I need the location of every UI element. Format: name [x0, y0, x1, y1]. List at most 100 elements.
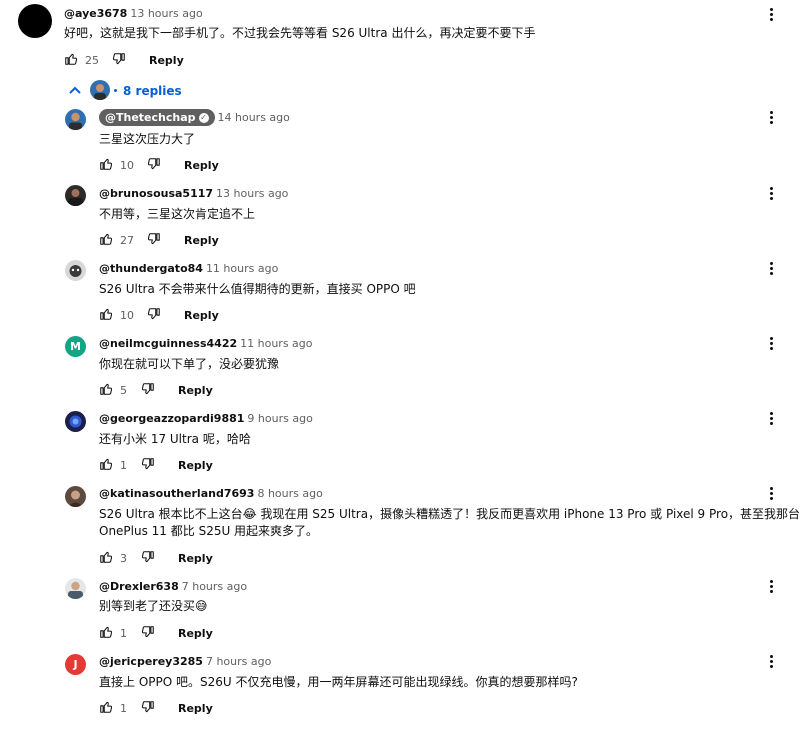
- comment-header: @jericperey3285 7 hours ago: [99, 655, 271, 668]
- reply-comment: @Thetechchap ✓ 14 hours ago 三星这次压力大了 10 Re…: [0, 106, 800, 178]
- more-options-icon[interactable]: [764, 260, 778, 276]
- avatar[interactable]: [65, 185, 86, 206]
- reply-button[interactable]: Reply: [178, 384, 213, 397]
- reply-button[interactable]: Reply: [178, 459, 213, 472]
- avatar[interactable]: [65, 411, 86, 432]
- dislike-icon[interactable]: [141, 700, 155, 714]
- reply-button[interactable]: Reply: [178, 702, 213, 715]
- more-options-icon[interactable]: [764, 578, 778, 594]
- comment-header: @Thetechchap ✓ 14 hours ago: [99, 109, 290, 126]
- avatar[interactable]: J: [65, 654, 86, 675]
- dislike-icon[interactable]: [112, 52, 126, 66]
- replies-count-label: 8 replies: [123, 84, 182, 98]
- author-handle[interactable]: @Thetechchap ✓: [99, 109, 215, 126]
- author-handle[interactable]: @thundergato84: [99, 262, 203, 275]
- avatar[interactable]: [18, 4, 52, 38]
- comment-text: 三星这次压力大了: [99, 132, 196, 146]
- comment-text: S26 Ultra 不会带来什么值得期待的更新，直接买 OPPO 吧: [99, 282, 416, 296]
- separator-dot: [114, 89, 117, 92]
- avatar[interactable]: [65, 109, 86, 130]
- author-handle[interactable]: @aye3678: [64, 7, 127, 20]
- chevron-up-icon: [69, 86, 81, 94]
- author-handle[interactable]: @neilmcguinness4422: [99, 337, 237, 350]
- reply-comment: @brunosousa5117 13 hours ago 不用等，三星这次肯定追不…: [0, 181, 800, 253]
- like-count: 1: [120, 459, 127, 472]
- author-handle[interactable]: @jericperey3285: [99, 655, 203, 668]
- dislike-icon[interactable]: [147, 307, 161, 321]
- avatar-letter: M: [70, 340, 81, 353]
- like-count: 1: [120, 702, 127, 715]
- comment-header: @thundergato84 11 hours ago: [99, 262, 278, 275]
- more-options-icon[interactable]: [764, 185, 778, 201]
- more-options-icon[interactable]: [764, 109, 778, 125]
- like-icon[interactable]: [99, 157, 113, 171]
- timestamp[interactable]: 7 hours ago: [182, 580, 247, 593]
- comment-text: 好吧，这就是我下一部手机了。不过我会先等等看 S26 Ultra 出什么，再决定…: [64, 26, 536, 40]
- timestamp[interactable]: 11 hours ago: [240, 337, 312, 350]
- timestamp[interactable]: 9 hours ago: [247, 412, 312, 425]
- timestamp[interactable]: 14 hours ago: [218, 111, 290, 124]
- reply-button[interactable]: Reply: [184, 159, 219, 172]
- reply-comment: @georgeazzopardi9881 9 hours ago 还有小米 17 …: [0, 406, 800, 478]
- reply-button[interactable]: Reply: [149, 54, 184, 67]
- reply-comment: J @jericperey3285 7 hours ago 直接上 OPPO 吧。…: [0, 649, 800, 721]
- comment-header: @neilmcguinness4422 11 hours ago: [99, 337, 313, 350]
- more-options-icon[interactable]: [764, 410, 778, 426]
- like-icon[interactable]: [99, 232, 113, 246]
- like-icon[interactable]: [99, 382, 113, 396]
- reply-button[interactable]: Reply: [184, 309, 219, 322]
- avatar[interactable]: M: [65, 336, 86, 357]
- author-handle[interactable]: @georgeazzopardi9881: [99, 412, 244, 425]
- like-icon[interactable]: [99, 625, 113, 639]
- timestamp[interactable]: 11 hours ago: [206, 262, 278, 275]
- more-options-icon[interactable]: [764, 335, 778, 351]
- top-comment: @aye3678 13 hours ago 好吧，这就是我下一部手机了。不过我会先…: [0, 0, 800, 72]
- author-handle[interactable]: @katinasoutherland7693: [99, 487, 254, 500]
- avatar[interactable]: [65, 486, 86, 507]
- reply-button[interactable]: Reply: [184, 234, 219, 247]
- more-options-icon[interactable]: [764, 653, 778, 669]
- like-icon[interactable]: [99, 550, 113, 564]
- dislike-icon[interactable]: [141, 457, 155, 471]
- more-options-icon[interactable]: [764, 485, 778, 501]
- dislike-icon[interactable]: [147, 232, 161, 246]
- dislike-icon[interactable]: [141, 625, 155, 639]
- more-options-icon[interactable]: [764, 6, 778, 22]
- like-icon[interactable]: [99, 307, 113, 321]
- avatar[interactable]: [65, 578, 86, 599]
- like-icon[interactable]: [64, 52, 78, 66]
- comment-text-line-2: OnePlus 11 都比 S25U 用起来爽多了。: [99, 524, 319, 538]
- like-icon[interactable]: [99, 457, 113, 471]
- comment-header: @georgeazzopardi9881 9 hours ago: [99, 412, 313, 425]
- like-count: 3: [120, 552, 127, 565]
- author-handle[interactable]: @brunosousa5117: [99, 187, 213, 200]
- reply-button[interactable]: Reply: [178, 552, 213, 565]
- comment-text: 还有小米 17 Ultra 呢，哈哈: [99, 432, 251, 446]
- dislike-icon[interactable]: [147, 157, 161, 171]
- dislike-icon[interactable]: [141, 550, 155, 564]
- reply-comment: @katinasoutherland7693 8 hours ago S26 Ul…: [0, 481, 800, 573]
- comment-header: @Drexler638 7 hours ago: [99, 580, 247, 593]
- comment-text: 别等到老了还没买😅: [99, 599, 208, 613]
- timestamp[interactable]: 13 hours ago: [216, 187, 288, 200]
- timestamp[interactable]: 7 hours ago: [206, 655, 271, 668]
- reply-button[interactable]: Reply: [178, 627, 213, 640]
- reply-comment: @Drexler638 7 hours ago 别等到老了还没买😅 1 Reply: [0, 574, 800, 646]
- author-handle[interactable]: @Drexler638: [99, 580, 179, 593]
- timestamp[interactable]: 13 hours ago: [130, 7, 202, 20]
- reply-comment: @thundergato84 11 hours ago S26 Ultra 不会带…: [0, 256, 800, 328]
- comment-header: @brunosousa5117 13 hours ago: [99, 187, 288, 200]
- like-count: 27: [120, 234, 134, 247]
- like-count: 5: [120, 384, 127, 397]
- timestamp[interactable]: 8 hours ago: [257, 487, 322, 500]
- avatar-letter: J: [73, 658, 78, 671]
- dislike-icon[interactable]: [141, 382, 155, 396]
- like-count: 25: [85, 54, 99, 67]
- comment-text: 不用等，三星这次肯定追不上: [99, 207, 256, 221]
- like-icon[interactable]: [99, 700, 113, 714]
- like-count: 10: [120, 309, 134, 322]
- avatar: [90, 80, 110, 100]
- avatar[interactable]: [65, 260, 86, 281]
- comment-text: 直接上 OPPO 吧。S26U 不仅充电慢，用一两年屏幕还可能出现绿线。你真的想…: [99, 675, 578, 689]
- comment-header: @aye3678 13 hours ago: [64, 7, 203, 20]
